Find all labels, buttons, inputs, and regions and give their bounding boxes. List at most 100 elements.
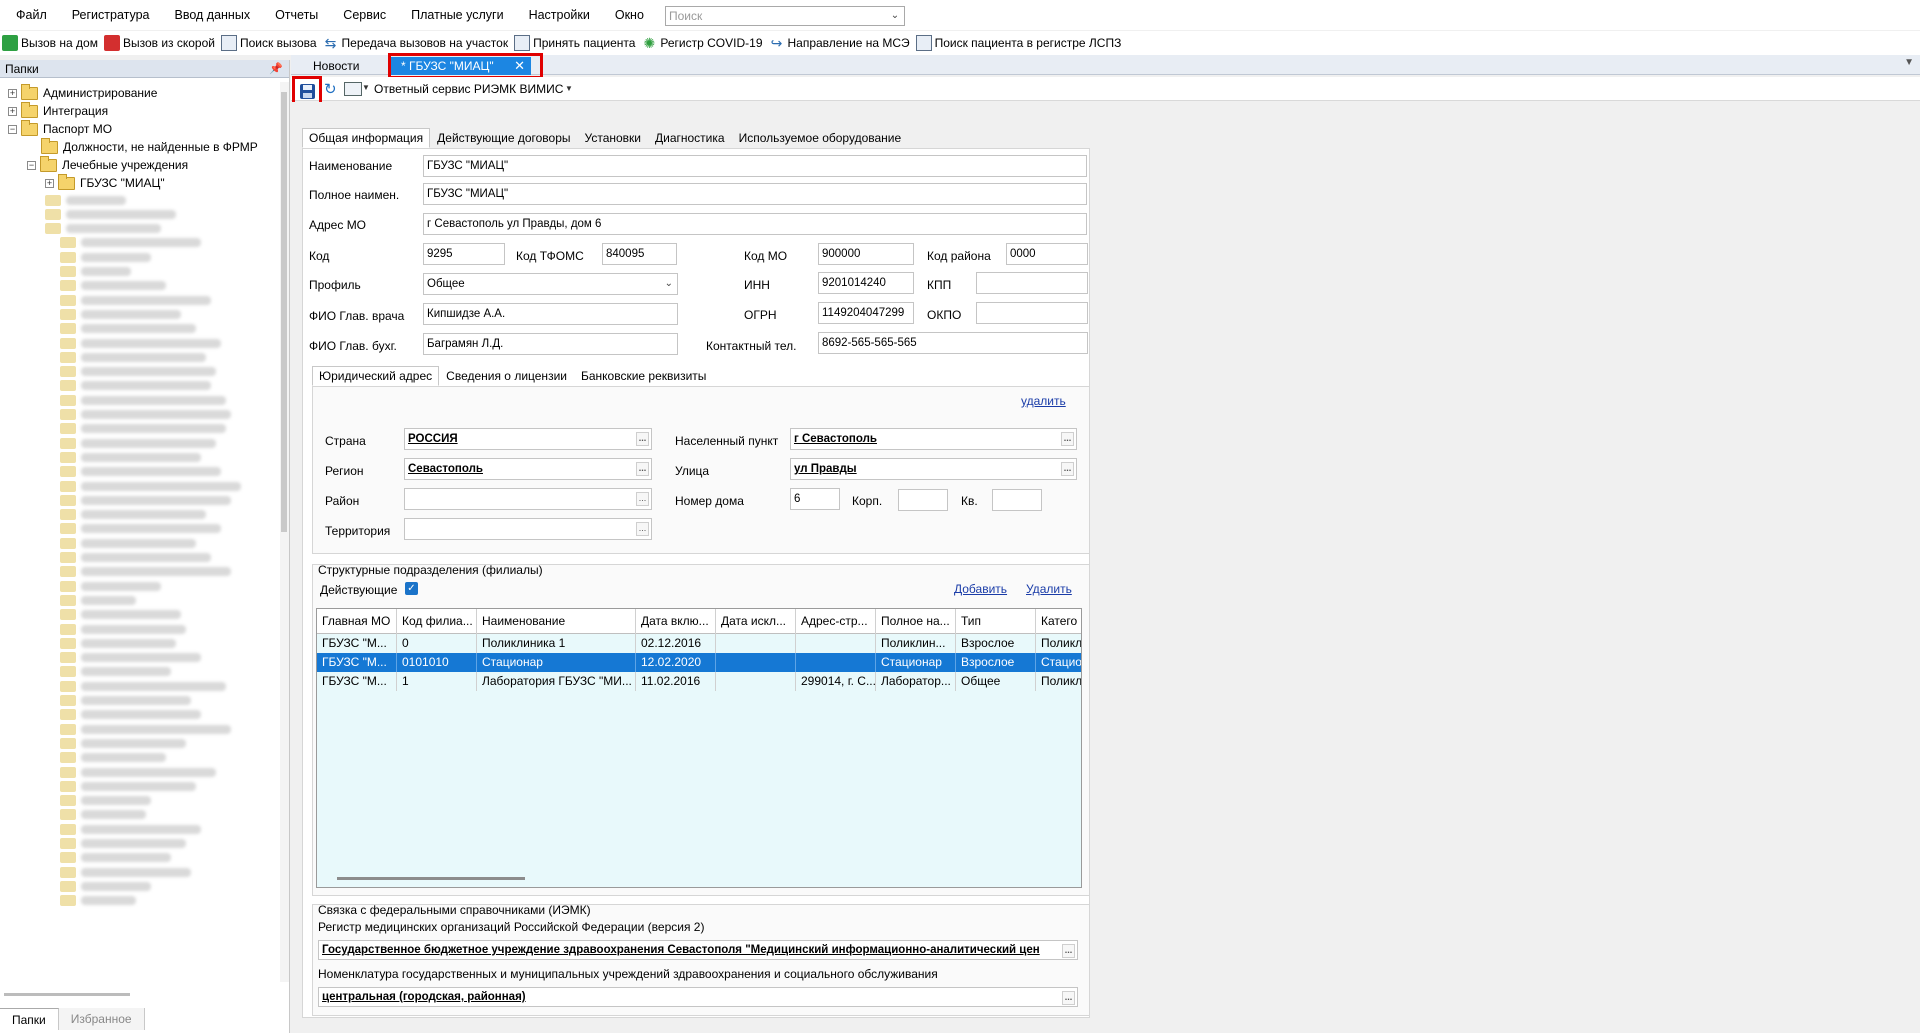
search-call-button[interactable]: Поиск вызова [219,32,321,54]
blurred-tree-item[interactable] [60,766,216,778]
blurred-tree-item[interactable] [60,895,136,907]
table-horizontal-scrollbar[interactable] [337,877,525,880]
search-input[interactable]: Поиск ⌄ [665,6,905,26]
column-header[interactable]: Главная МО [317,609,397,634]
refresh-icon[interactable]: ↻ [324,80,337,98]
accept-patient-button[interactable]: Принять пациента [512,32,639,54]
registry-field[interactable]: Государственное бюджетное учреждение здр… [318,940,1078,960]
tree-item-administration[interactable]: + Администрирование [8,83,157,102]
menu-service[interactable]: Сервис [328,0,396,30]
table-row[interactable]: ГБУЗС "М... 0 Поликлиника 1 02.12.2016 П… [317,634,1081,653]
lookup-button[interactable]: ... [636,462,649,476]
lookup-button[interactable]: ... [1062,944,1075,958]
table-row-selected[interactable]: ГБУЗС "М... 0101010 Стационар 12.02.2020… [317,653,1081,672]
street-field[interactable]: ул Правды ... [790,458,1077,480]
blurred-tree-item[interactable] [60,323,196,335]
blurred-tree-item[interactable] [60,280,166,292]
blurred-tree-item[interactable] [60,308,181,320]
menu-paid-services[interactable]: Платные услуги [396,0,513,30]
expand-icon[interactable]: + [45,178,54,188]
tree-item-gbuzs-miac[interactable]: + ГБУЗС "МИАЦ" [45,173,165,192]
expand-icon[interactable]: + [8,88,17,98]
blurred-tree-item[interactable] [60,409,231,421]
tree-item-positions-not-found[interactable]: Должности, не найденные в ФРМР [41,137,258,156]
blurred-tree-item[interactable] [60,237,201,249]
mo-code-field[interactable]: 900000 [818,243,914,265]
service-icon[interactable] [344,82,362,96]
blurred-tree-item[interactable] [60,695,191,707]
blurred-tree-item[interactable] [60,380,211,392]
covid-registry-button[interactable]: ✺ Регистр COVID-19 [639,32,766,54]
tab-equipment[interactable]: Используемое оборудование [732,128,909,148]
blurred-tree-item[interactable] [60,838,186,850]
blurred-tree-item[interactable] [60,537,196,549]
blurred-tree-item[interactable] [60,594,136,606]
tab-license[interactable]: Сведения о лицензии [439,366,574,386]
tab-news[interactable]: Новости [303,57,369,75]
blurred-tree-item[interactable] [60,294,211,306]
lookup-button[interactable]: ... [1061,462,1074,476]
service-menu-button[interactable]: Ответный сервис РИЭМК ВИМИС [374,82,563,96]
tab-legal-address[interactable]: Юридический адрес [312,366,440,386]
blurred-tree-item[interactable] [60,480,241,492]
blurred-tree-item[interactable] [60,351,206,363]
locality-field[interactable]: г Севастополь ... [790,428,1077,450]
blurred-tree-item[interactable] [60,866,191,878]
pin-icon[interactable]: 📌 [269,60,283,78]
delete-branch-link[interactable]: Удалить [1026,582,1072,596]
blurred-tree-item[interactable] [60,680,226,692]
column-header[interactable]: Адрес-стр... [796,609,876,634]
tree-horizontal-scrollbar[interactable] [4,993,130,996]
blurred-tree-item[interactable] [60,809,146,821]
menu-settings[interactable]: Настройки [514,0,600,30]
blurred-tree-item[interactable] [45,223,161,235]
area-field[interactable]: ... [404,488,652,510]
chief-field[interactable]: Кипшидзе А.А. [423,303,678,325]
lookup-button[interactable]: ... [636,522,649,536]
column-header[interactable]: Дата искл... [716,609,796,634]
chevron-down-icon[interactable]: ▼ [565,84,573,93]
blurred-tree-item[interactable] [60,780,196,792]
column-header[interactable]: Наименование [477,609,636,634]
lookup-button[interactable]: ... [1062,991,1075,1005]
table-row[interactable]: ГБУЗС "М... 1 Лаборатория ГБУЗС "МИ... 1… [317,672,1081,691]
blurred-tree-item[interactable] [60,552,211,564]
column-header[interactable]: Полное на... [876,609,956,634]
blurred-tree-item[interactable] [45,194,126,206]
menu-registry[interactable]: Регистратура [57,0,160,30]
menu-reports[interactable]: Отчеты [260,0,328,30]
lookup-button[interactable]: ... [636,432,649,446]
tabs-dropdown-icon[interactable]: ▼ [1904,57,1914,68]
menu-data-entry[interactable]: Ввод данных [160,0,261,30]
chevron-down-icon[interactable]: ⌄ [665,274,673,294]
accountant-field[interactable]: Баграмян Л.Д. [423,333,678,355]
house-field[interactable]: 6 [790,488,840,510]
blurred-tree-item[interactable] [60,737,186,749]
tab-folders[interactable]: Папки [0,1008,59,1030]
blurred-tree-item[interactable] [60,623,186,635]
blurred-tree-item[interactable] [60,880,151,892]
tab-favorites[interactable]: Избранное [58,1008,145,1030]
tab-installations[interactable]: Установки [578,128,648,148]
transfer-calls-button[interactable]: ⇆ Передача вызовов на участок [321,32,513,54]
fullname-field[interactable]: ГБУЗС "МИАЦ" [423,183,1087,205]
territory-field[interactable]: ... [404,518,652,540]
region-field[interactable]: Севастополь ... [404,458,652,480]
district-field[interactable]: 0000 [1006,243,1088,265]
building-field[interactable] [898,489,948,511]
blurred-tree-item[interactable] [60,437,216,449]
menu-window[interactable]: Окно [600,0,654,30]
blurred-tree-item[interactable] [60,337,221,349]
blurred-tree-item[interactable] [60,752,166,764]
profile-select[interactable]: Общее ⌄ [423,273,678,295]
column-header[interactable]: Дата вклю... [636,609,716,634]
blurred-tree-item[interactable] [60,852,171,864]
blurred-tree-item[interactable] [45,208,176,220]
menu-file[interactable]: Файл [0,0,57,30]
house-call-button[interactable]: Вызов на дом [0,32,102,54]
apt-field[interactable] [992,489,1042,511]
collapse-icon[interactable]: − [27,160,36,170]
delete-address-link[interactable]: удалить [1021,394,1066,408]
lookup-button[interactable]: ... [1061,432,1074,446]
column-header[interactable]: Тип [956,609,1036,634]
